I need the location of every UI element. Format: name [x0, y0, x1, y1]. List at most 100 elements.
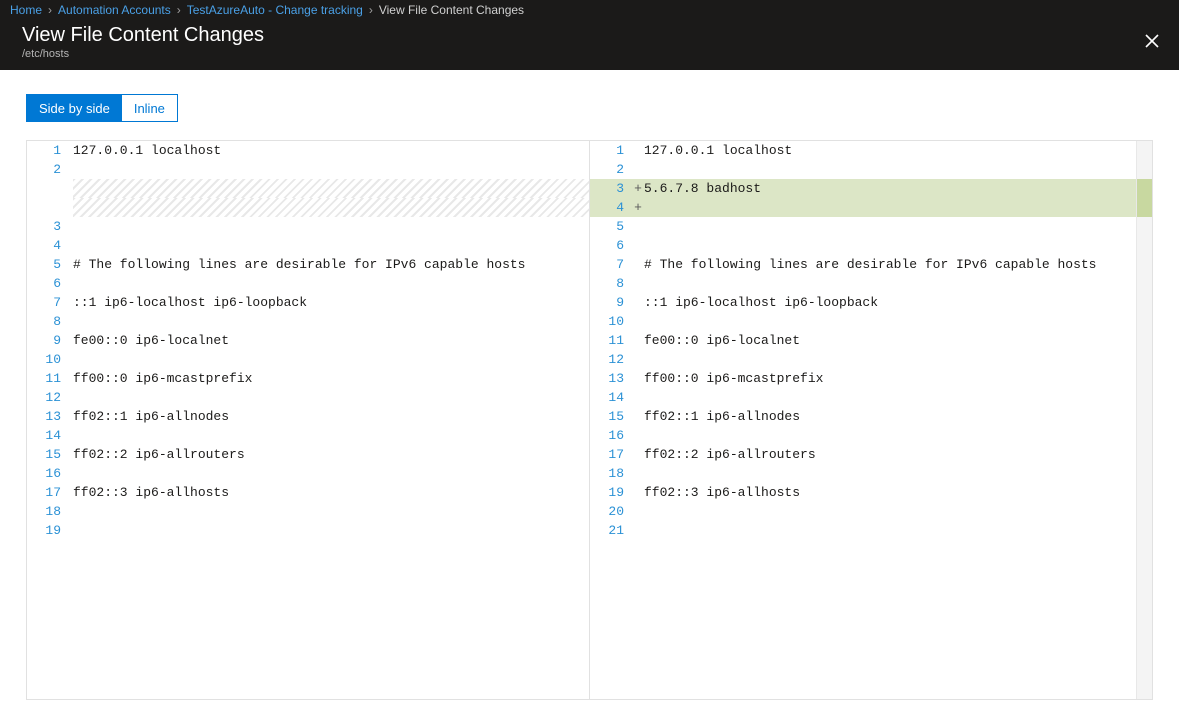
diff-row: 13ff00::0 ip6-mcastprefix — [590, 369, 1136, 388]
diff-marker — [632, 236, 644, 255]
breadcrumb-current: View File Content Changes — [379, 3, 524, 17]
breadcrumb: Home › Automation Accounts › TestAzureAu… — [0, 0, 1179, 20]
diff-row: 18 — [27, 502, 589, 521]
line-number: 17 — [590, 445, 632, 464]
line-content: 5.6.7.8 badhost — [644, 179, 1136, 198]
line-content: fe00::0 ip6-localnet — [644, 331, 1136, 350]
line-number: 12 — [27, 388, 69, 407]
diff-marker: + — [632, 198, 644, 217]
line-number: 3 — [27, 217, 69, 236]
line-content — [644, 350, 1136, 369]
diff-row: 15 ff02::1 ip6-allnodes — [590, 407, 1136, 426]
line-content: ::1 ip6-localhost ip6-loopback — [73, 293, 589, 312]
line-content — [73, 274, 589, 293]
line-number: 2 — [27, 160, 69, 179]
diff-row: 21 — [590, 521, 1136, 540]
line-content: ff02::1 ip6-allnodes — [73, 407, 589, 426]
line-content: # The following lines are desirable for … — [644, 255, 1136, 274]
tab-side-by-side[interactable]: Side by side — [27, 95, 122, 121]
diff-row: 9fe00::0 ip6-localnet — [27, 331, 589, 350]
line-content: ff00::0 ip6-mcastprefix — [644, 369, 1136, 388]
line-content — [73, 236, 589, 255]
diff-row: 14 — [27, 426, 589, 445]
line-number: 10 — [590, 312, 632, 331]
line-content: # The following lines are desirable for … — [73, 255, 589, 274]
diff-pane-original[interactable]: 1127.0.0.1 localhost2345# The following … — [27, 141, 590, 699]
diff-row: 17ff02::3 ip6-allhosts — [27, 483, 589, 502]
line-content: ff02::3 ip6-allhosts — [644, 483, 1136, 502]
page-subtitle: /etc/hosts — [22, 47, 264, 61]
diff-row: 7# The following lines are desirable for… — [590, 255, 1136, 274]
close-button[interactable] — [1139, 28, 1165, 57]
line-content — [644, 274, 1136, 293]
diff-row: 1127.0.0.1 localhost — [590, 141, 1136, 160]
chevron-right-icon: › — [177, 3, 181, 17]
diff-row: 10 — [590, 312, 1136, 331]
line-content: ff02::1 ip6-allnodes — [644, 407, 1136, 426]
diff-row: 20 — [590, 502, 1136, 521]
diff-row: 17ff02::2 ip6-allrouters — [590, 445, 1136, 464]
line-number: 1 — [27, 141, 69, 160]
line-number: 1 — [590, 141, 632, 160]
diff-row: 2 — [27, 160, 589, 179]
diff-viewer: 1127.0.0.1 localhost2345# The following … — [26, 140, 1153, 700]
diff-row: 9::1 ip6-localhost ip6-loopback — [590, 293, 1136, 312]
line-number — [27, 179, 69, 198]
page-title: View File Content Changes — [22, 23, 264, 47]
diff-row: 8 — [590, 274, 1136, 293]
line-number: 11 — [590, 331, 632, 350]
line-number: 15 — [590, 407, 632, 426]
tab-inline[interactable]: Inline — [122, 95, 177, 121]
diff-row: 7::1 ip6-localhost ip6-loopback — [27, 293, 589, 312]
minimap[interactable] — [1136, 141, 1152, 699]
line-number: 6 — [590, 236, 632, 255]
diff-marker — [632, 255, 644, 274]
diff-row: 18 — [590, 464, 1136, 483]
breadcrumb-automation-accounts[interactable]: Automation Accounts — [58, 3, 171, 17]
line-content — [644, 388, 1136, 407]
line-content: ff00::0 ip6-mcastprefix — [73, 369, 589, 388]
line-content: 127.0.0.1 localhost — [73, 141, 589, 160]
diff-marker — [632, 274, 644, 293]
line-number: 7 — [27, 293, 69, 312]
line-content — [73, 350, 589, 369]
line-number: 17 — [27, 483, 69, 502]
line-content — [73, 464, 589, 483]
line-content: ff02::3 ip6-allhosts — [73, 483, 589, 502]
line-number: 15 — [27, 445, 69, 464]
line-number: 16 — [590, 426, 632, 445]
line-content — [73, 179, 589, 198]
line-content: ff02::2 ip6-allrouters — [73, 445, 589, 464]
line-number: 19 — [27, 521, 69, 540]
diff-row: 12 — [590, 350, 1136, 369]
diff-row: 2 — [590, 160, 1136, 179]
line-number: 14 — [590, 388, 632, 407]
diff-pane-modified[interactable]: 1127.0.0.1 localhost23+5.6.7.8 badhost4+… — [590, 141, 1152, 699]
line-number: 20 — [590, 502, 632, 521]
breadcrumb-home[interactable]: Home — [10, 3, 42, 17]
diff-marker — [632, 426, 644, 445]
diff-marker — [632, 350, 644, 369]
diff-row: 16 — [27, 464, 589, 483]
breadcrumb-resource[interactable]: TestAzureAuto - Change tracking — [187, 3, 363, 17]
line-number: 21 — [590, 521, 632, 540]
diff-row: 11 fe00::0 ip6-localnet — [590, 331, 1136, 350]
line-content: ::1 ip6-localhost ip6-loopback — [644, 293, 1136, 312]
diff-row: 11ff00::0 ip6-mcastprefix — [27, 369, 589, 388]
close-icon — [1145, 34, 1159, 48]
line-content — [73, 198, 589, 217]
diff-row: 19ff02::3 ip6-allhosts — [590, 483, 1136, 502]
diff-row: 13ff02::1 ip6-allnodes — [27, 407, 589, 426]
diff-marker — [632, 312, 644, 331]
diff-row: 14 — [590, 388, 1136, 407]
line-content — [644, 198, 1136, 217]
view-mode-tabs: Side by side Inline — [26, 94, 178, 122]
diff-row — [27, 198, 589, 217]
diff-row: 1127.0.0.1 localhost — [27, 141, 589, 160]
diff-row: 10 — [27, 350, 589, 369]
diff-marker — [632, 331, 644, 350]
line-content — [644, 160, 1136, 179]
line-content — [644, 464, 1136, 483]
line-content — [644, 502, 1136, 521]
diff-row: 19 — [27, 521, 589, 540]
